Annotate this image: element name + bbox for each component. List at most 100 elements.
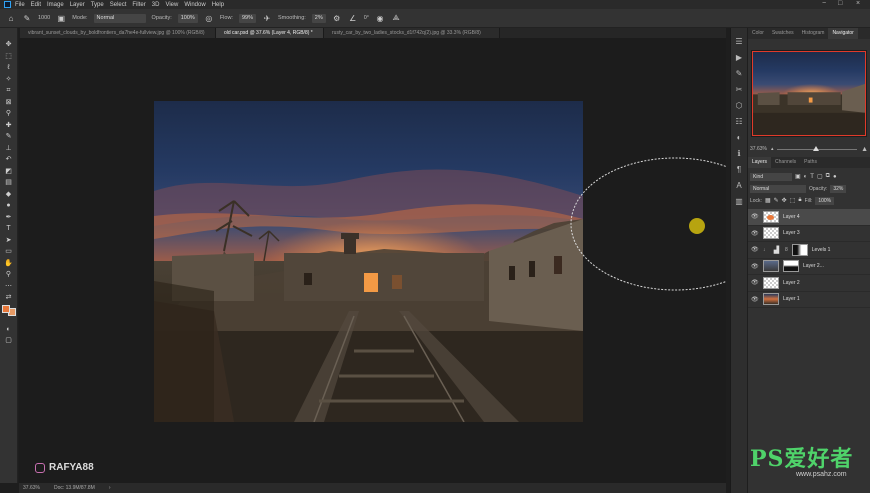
- layer-name[interactable]: Levels 1: [812, 247, 831, 253]
- hand-tool-icon[interactable]: ✋: [3, 259, 15, 269]
- mode-select[interactable]: Normal: [93, 13, 146, 23]
- menu-view[interactable]: View: [165, 2, 178, 8]
- type-tool-icon[interactable]: T: [3, 224, 15, 234]
- layer-mask-thumbnail[interactable]: [783, 260, 799, 273]
- clone-stamp-tool-icon[interactable]: ⊥: [3, 144, 15, 154]
- info-icon[interactable]: ℹ: [734, 148, 744, 158]
- screen-mode-icon[interactable]: ▢: [3, 336, 15, 346]
- paragraph-icon[interactable]: ¶: [734, 164, 744, 174]
- close-window-button[interactable]: ×: [856, 0, 860, 7]
- status-zoom[interactable]: 37.63%: [23, 485, 40, 491]
- adjustments-icon[interactable]: ◐: [734, 132, 744, 142]
- layer-row-layer-1[interactable]: 👁︎ Layer 1: [748, 292, 870, 308]
- dodge-tool-icon[interactable]: ●: [3, 201, 15, 211]
- brush-preset-icon[interactable]: ✎: [22, 13, 32, 23]
- quick-select-tool-icon[interactable]: ✧: [3, 75, 15, 85]
- frame-tool-icon[interactable]: ⊠: [3, 98, 15, 108]
- filter-pixel-icon[interactable]: ▣: [795, 173, 801, 180]
- crop-tool-icon[interactable]: ⌗: [3, 86, 15, 96]
- libraries-icon[interactable]: ▥: [734, 196, 744, 206]
- layer-name[interactable]: Layer 4: [783, 214, 800, 220]
- more-tools-icon[interactable]: ⋯: [3, 282, 15, 292]
- menu-window[interactable]: Window: [184, 2, 205, 8]
- filter-adjustment-icon[interactable]: ◐: [804, 174, 808, 180]
- foreground-color-swatch[interactable]: [1, 304, 10, 313]
- airbrush-icon[interactable]: ✈: [262, 13, 272, 23]
- zoom-in-icon[interactable]: ▲: [861, 146, 868, 153]
- layer-row-layer-2[interactable]: 👁︎ Layer 2: [748, 275, 870, 292]
- tab-histogram[interactable]: Histogram: [798, 28, 829, 39]
- menu-type[interactable]: Type: [91, 2, 104, 8]
- menu-edit[interactable]: Edit: [31, 2, 41, 8]
- path-select-tool-icon[interactable]: ➤: [3, 236, 15, 246]
- navigator-zoom-value[interactable]: 37.63%: [750, 146, 767, 152]
- tab-color[interactable]: Color: [748, 28, 768, 39]
- visibility-eye-icon[interactable]: 👁︎: [751, 246, 759, 253]
- lock-transparency-icon[interactable]: ▦: [765, 197, 771, 204]
- menu-image[interactable]: Image: [47, 2, 64, 8]
- navigator-preview[interactable]: [751, 50, 867, 137]
- visibility-eye-icon[interactable]: 👁︎: [751, 213, 759, 220]
- symmetry-icon[interactable]: ⟁: [391, 13, 401, 23]
- zoom-tool-icon[interactable]: ⚲: [3, 270, 15, 280]
- history-icon[interactable]: ☰: [734, 36, 744, 46]
- rectangle-tool-icon[interactable]: ▭: [3, 247, 15, 257]
- menu-help[interactable]: Help: [212, 2, 224, 8]
- tab-old-car[interactable]: old car.psd @ 37.6% (Layer 4, RGB/8) *: [216, 28, 324, 38]
- canvas-area[interactable]: [19, 38, 726, 483]
- layer-kind-filter[interactable]: Kind: [750, 172, 792, 181]
- mask-link-icon[interactable]: 8: [785, 247, 788, 253]
- swap-colors-icon[interactable]: ⇄: [3, 293, 15, 303]
- eraser-tool-icon[interactable]: ◩: [3, 167, 15, 177]
- navigator-zoom-slider[interactable]: [777, 145, 858, 151]
- brush-tool-icon[interactable]: ✎: [3, 132, 15, 142]
- filter-smart-object-icon[interactable]: ⧉: [826, 173, 830, 180]
- play-actions-icon[interactable]: ▶: [734, 52, 744, 62]
- tab-channels[interactable]: Channels: [771, 157, 800, 168]
- zoom-out-icon[interactable]: ▴: [771, 146, 774, 152]
- healing-tool-icon[interactable]: ✚: [3, 121, 15, 131]
- home-icon[interactable]: ⌂: [6, 13, 16, 23]
- fill-field[interactable]: 100%: [815, 196, 835, 205]
- layer-name[interactable]: Layer 1: [783, 296, 800, 302]
- layer-name[interactable]: Layer 2: [783, 280, 800, 286]
- visibility-eye-icon[interactable]: 👁︎: [751, 279, 759, 286]
- filter-shape-icon[interactable]: ▢: [817, 173, 823, 180]
- lock-pixels-icon[interactable]: ✎: [774, 197, 779, 204]
- maximize-button[interactable]: □: [838, 0, 842, 7]
- menu-select[interactable]: Select: [110, 2, 127, 8]
- menu-layer[interactable]: Layer: [70, 2, 85, 8]
- minimize-button[interactable]: −: [822, 0, 826, 7]
- quick-mask-icon[interactable]: ◐: [3, 325, 15, 335]
- layer-row-layer-2-copy[interactable]: 👁︎ Layer 2...: [748, 259, 870, 275]
- status-arrow-icon[interactable]: ›: [109, 485, 111, 491]
- marquee-tool-icon[interactable]: ⬚: [3, 52, 15, 62]
- blend-mode-select[interactable]: Normal: [750, 184, 806, 193]
- lasso-tool-icon[interactable]: ℓ: [3, 63, 15, 73]
- zoom-slider-knob[interactable]: [813, 145, 820, 151]
- menu-file[interactable]: File: [15, 2, 25, 8]
- brush-size-value[interactable]: 1000: [38, 15, 50, 21]
- flow-field[interactable]: 99%: [238, 13, 256, 23]
- layer-row-layer-4[interactable]: 👁︎ Layer 4: [748, 209, 870, 226]
- tab-paths[interactable]: Paths: [800, 157, 821, 168]
- 3d-icon[interactable]: ⬡: [734, 100, 744, 110]
- lock-all-icon[interactable]: 🔒︎: [798, 197, 801, 204]
- navigator-view-box[interactable]: [752, 51, 866, 136]
- smoothing-options-icon[interactable]: ⚙: [332, 13, 342, 23]
- eyedropper-tool-icon[interactable]: ⚲: [3, 109, 15, 119]
- tab-sunset-clouds[interactable]: vibrant_sunset_clouds_by_boldfrontiers_d…: [20, 28, 216, 38]
- tab-navigator[interactable]: Navigator: [828, 28, 858, 39]
- brush-settings-icon[interactable]: ✎: [734, 68, 744, 78]
- layer-row-layer-3[interactable]: 👁︎ Layer 3: [748, 226, 870, 242]
- visibility-eye-icon[interactable]: 👁︎: [751, 263, 759, 270]
- opacity-field[interactable]: 100%: [177, 13, 198, 23]
- document-canvas-image[interactable]: [154, 101, 583, 422]
- layer-opacity-field[interactable]: 32%: [830, 184, 847, 193]
- brush-settings-icon[interactable]: ▣: [56, 13, 66, 23]
- photoshop-logo-icon[interactable]: [4, 1, 11, 8]
- lock-artboard-icon[interactable]: ⬚: [790, 197, 796, 204]
- layer-name[interactable]: Layer 2...: [803, 263, 824, 269]
- pressure-opacity-icon[interactable]: ◎: [204, 13, 214, 23]
- filter-type-icon[interactable]: T: [810, 174, 814, 180]
